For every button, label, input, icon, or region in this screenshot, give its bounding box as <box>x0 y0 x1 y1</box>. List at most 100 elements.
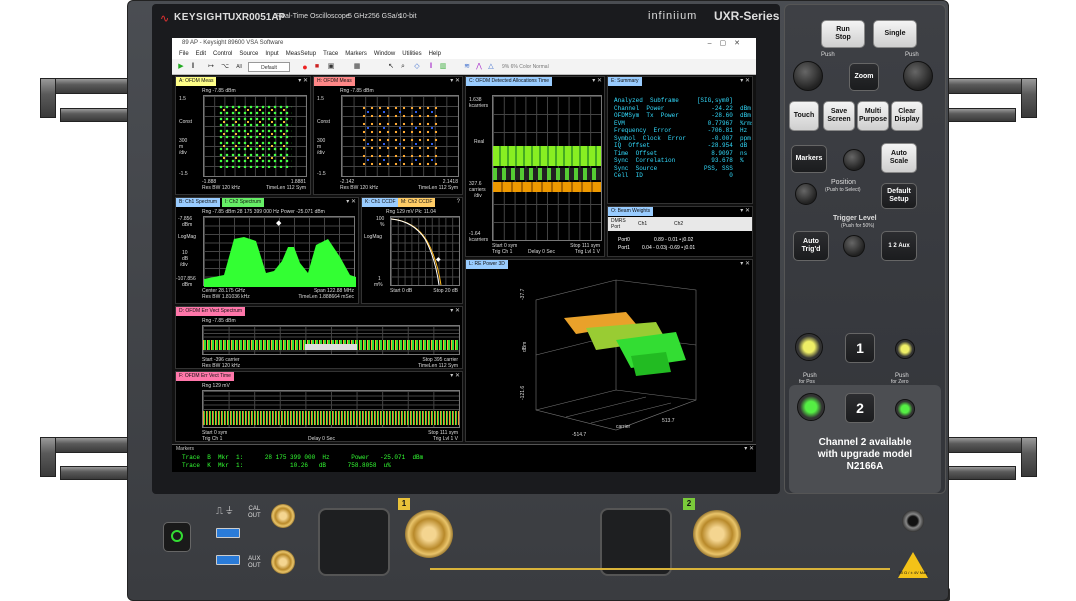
clear-display-button[interactable]: Clear Display <box>891 101 923 131</box>
ch2-button[interactable]: 2 <box>845 393 875 423</box>
panel-h-tab[interactable]: H: OFDM Meas <box>314 77 355 86</box>
horizontal-position-knob[interactable] <box>903 61 933 91</box>
panel-a-ofdm-meas[interactable]: A: OFDM Meas ▾ ✕ Rng -7.85 dBm 1.5 Const… <box>175 76 311 195</box>
menu-help[interactable]: Help <box>429 51 441 57</box>
channel-1-input[interactable] <box>405 510 453 558</box>
touch-button[interactable]: Touch <box>789 101 819 131</box>
preset-select[interactable]: Default <box>248 62 290 72</box>
panel-k-tab[interactable]: K: Ch1 CCDF <box>362 198 399 207</box>
bit-depth: 10-bit <box>399 13 417 20</box>
panel-f-tab[interactable]: F: OFDM Err Vect Time <box>176 372 234 381</box>
horizontal-scale-knob[interactable] <box>793 61 823 91</box>
close-icon[interactable]: ▾ ✕ <box>298 77 308 86</box>
panel-o-tab[interactable]: O: Beam Weights <box>608 207 654 216</box>
marker-knob[interactable] <box>843 149 865 171</box>
panel-a-tab[interactable]: A: OFDM Meas <box>176 77 217 86</box>
ch1-offset-knob[interactable] <box>895 339 915 359</box>
menu-edit[interactable]: Edit <box>196 51 206 57</box>
pause-icon[interactable]: ‖ <box>188 62 198 72</box>
record-icon[interactable]: ● <box>300 62 310 72</box>
aux-trigger-button[interactable]: 1 2 Aux <box>881 231 917 261</box>
markers-title: Markers <box>176 446 195 452</box>
auto-trig-button[interactable]: Auto Trig'd <box>793 231 829 261</box>
cal-out-connector[interactable] <box>271 504 295 528</box>
menu-trace[interactable]: Trace <box>323 51 338 57</box>
multi-purpose-button[interactable]: Multi Purpose <box>857 101 889 131</box>
usb-port-2[interactable] <box>216 555 240 565</box>
trigger-icon[interactable]: ⌥ <box>220 62 230 72</box>
close-icon[interactable]: ▾ ✕ <box>450 77 460 86</box>
menu-control[interactable]: Control <box>213 51 232 57</box>
power-button[interactable] <box>163 522 191 552</box>
position-knob[interactable] <box>795 183 817 205</box>
menu-source[interactable]: Source <box>239 51 258 57</box>
panel-d-err-vect-spectrum[interactable]: D: OFDM Err Vect Spectrum ▾ ✕ Rng -7.85 … <box>175 306 463 369</box>
stop-record-icon[interactable]: ■ <box>312 62 322 72</box>
panel-l-re-power-3d[interactable]: L: RE Power 3D ▾ ✕ -37.7 dBm -121.6 -514… <box>465 259 753 442</box>
markers-panel[interactable]: Markers ▾ ✕ Trace B Mkr 1: 28 175 399 00… <box>172 444 756 472</box>
pointer-icon[interactable]: ↖ <box>386 62 396 72</box>
panel-h-ofdm-meas[interactable]: H: OFDM Meas ▾ ✕ Rng -7.85 dBm 1.5 Const… <box>313 76 463 195</box>
channel-2-input[interactable] <box>693 510 741 558</box>
menu-file[interactable]: File <box>179 51 189 57</box>
aux-out-connector[interactable] <box>271 550 295 574</box>
ground-jack[interactable] <box>902 510 924 532</box>
panel-i-tab[interactable]: I: Ch2 Spectrum <box>222 198 265 207</box>
panel-b-tab[interactable]: B: Ch1 Spectrum <box>176 198 221 207</box>
default-setup-button[interactable]: Default Setup <box>881 183 917 209</box>
ch1-scale-knob[interactable] <box>795 333 823 361</box>
menu-utilities[interactable]: Utilities <box>402 51 421 57</box>
save-screen-button[interactable]: Save Screen <box>823 101 855 131</box>
probe-socket-1[interactable] <box>318 508 390 576</box>
close-icon[interactable]: ▾ ✕ <box>450 372 460 381</box>
display-label: Display <box>894 116 920 123</box>
panel-m-tab[interactable]: M: Ch2 CCDF <box>398 198 436 207</box>
panel-e-summary[interactable]: E: Summary ▾ ✕ Analyzed Subframe [SIG,sy… <box>607 76 753 204</box>
close-icon[interactable]: ▾ ✕ <box>592 77 602 86</box>
markers-button[interactable]: Markers <box>791 145 827 173</box>
run-stop-button[interactable]: Run Stop <box>821 20 865 48</box>
close-icon[interactable]: ▾ ✕ <box>744 445 754 454</box>
close-icon[interactable]: ▾ ✕ <box>740 207 750 216</box>
layout-icon[interactable]: ▦ <box>352 62 362 72</box>
panel-b-ch1-spectrum[interactable]: B: Ch1 Spectrum I: Ch2 Spectrum ▾ ✕ Rng … <box>175 197 359 304</box>
panel-k-ccdf[interactable]: K: Ch1 CCDF M: Ch2 CCDF ? Rng 129 mV Pk:… <box>361 197 463 304</box>
play-icon[interactable]: ▶ <box>176 62 186 72</box>
measure-tool-icon[interactable]: △ <box>486 62 496 72</box>
ch2-scale-knob[interactable] <box>797 393 825 421</box>
usb-port-1[interactable] <box>216 528 240 538</box>
close-icon[interactable]: ▾ ✕ <box>346 198 356 207</box>
close-icon[interactable]: ? <box>457 198 460 207</box>
menu-input[interactable]: Input <box>265 51 278 57</box>
auto-scale-button[interactable]: Auto Scale <box>881 143 917 173</box>
panel-c-allocations[interactable]: C: OFDM Detected Allocations Time ▾ ✕ 1.… <box>465 76 605 257</box>
trigger-select[interactable]: All <box>232 62 246 72</box>
x-max: 513.7 <box>662 418 675 424</box>
menu-markers[interactable]: Markers <box>345 51 367 57</box>
probe-socket-2[interactable] <box>600 508 672 576</box>
window-controls[interactable]: –▢✕ <box>708 38 748 49</box>
trace-tool-icon[interactable]: ‖ <box>426 62 436 72</box>
ch1-button[interactable]: 1 <box>845 333 875 363</box>
panel-f-err-vect-time[interactable]: F: OFDM Err Vect Time ▾ ✕ Rng 129 mV Sta… <box>175 371 463 442</box>
playback-icon[interactable]: ▣ <box>326 62 336 72</box>
menu-meassetup[interactable]: MeasSetup <box>286 51 316 57</box>
marker-tool-icon[interactable]: ◇ <box>412 62 422 72</box>
panel-o-beam-weights[interactable]: O: Beam Weights ▾ ✕ DMRS Port Ch1 Ch2 Po… <box>607 206 753 257</box>
single-button[interactable]: Single <box>873 20 917 48</box>
panel-c-tab[interactable]: C: OFDM Detected Allocations Time <box>466 77 553 86</box>
zoom-button[interactable]: Zoom <box>849 63 879 91</box>
menu-window[interactable]: Window <box>374 51 395 57</box>
trigger-level-knob[interactable] <box>843 235 865 257</box>
status-readout: 9% 6% Color Normal <box>502 64 549 70</box>
grid-tool-icon[interactable]: ▥ <box>438 62 448 72</box>
spectrum-tool-icon[interactable]: ≋ <box>462 62 472 72</box>
panel-d-tab[interactable]: D: OFDM Err Vect Spectrum <box>176 307 246 316</box>
step-icon[interactable]: ↦ <box>206 62 216 72</box>
panel-e-tab[interactable]: E: Summary <box>608 77 642 86</box>
ch2-offset-knob[interactable] <box>895 399 915 419</box>
analysis-tool-icon[interactable]: ⋀ <box>474 62 484 72</box>
zoom-tool-icon[interactable]: ⌕ <box>398 62 408 72</box>
close-icon[interactable]: ▾ ✕ <box>740 77 750 86</box>
close-icon[interactable]: ▾ ✕ <box>450 307 460 316</box>
